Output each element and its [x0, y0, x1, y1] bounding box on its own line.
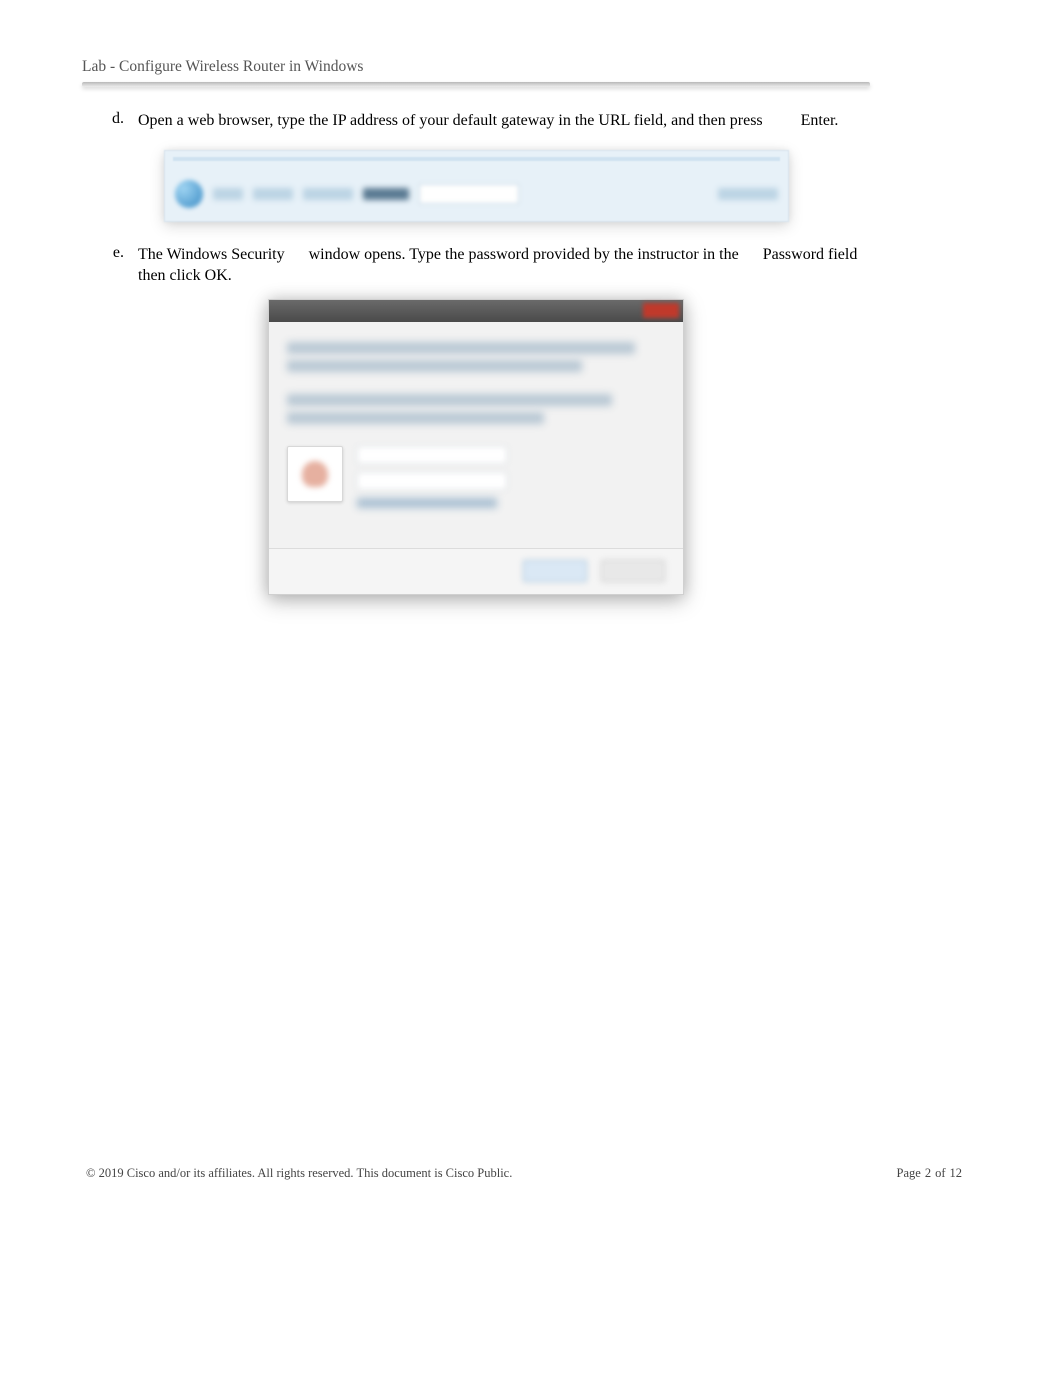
windows-security-dialog-screenshot — [268, 299, 684, 595]
search-area — [718, 188, 778, 200]
step-d-period: . — [834, 112, 838, 129]
dialog-titlebar — [269, 300, 683, 322]
url-input-field — [419, 184, 519, 204]
step-e-period: . — [228, 267, 232, 284]
step-e-t1: The — [138, 246, 163, 263]
dialog-button-bar — [269, 548, 683, 594]
step-d-text: Open a web browser, type the IP address … — [138, 110, 870, 132]
main-content: d. Open a web browser, type the IP addre… — [82, 110, 870, 595]
step-d: d. Open a web browser, type the IP addre… — [82, 110, 870, 132]
browser-globe-icon — [175, 180, 203, 208]
password-field — [357, 472, 507, 490]
step-e-t2: window opens. Type the password provided… — [309, 246, 739, 263]
close-icon — [643, 303, 679, 318]
nav-home-icon — [303, 188, 353, 200]
url-label — [363, 188, 409, 200]
step-letter-e: e. — [82, 244, 138, 287]
document-title: Lab - Configure Wireless Router in Windo… — [82, 58, 870, 82]
page-total: 12 — [950, 1166, 963, 1181]
step-e-b1: Windows Security — [167, 246, 285, 263]
remember-credentials-text — [357, 498, 497, 508]
credential-fields — [357, 446, 665, 508]
step-d-key: Enter — [801, 112, 835, 129]
nav-back-icon — [213, 188, 243, 200]
nav-forward-icon — [253, 188, 293, 200]
page-footer: © 2019 Cisco and/or its affiliates. All … — [86, 1166, 962, 1181]
browser-address-bar-screenshot — [164, 150, 789, 222]
step-d-body: Open a web browser, type the IP address … — [138, 112, 763, 129]
header-divider — [82, 82, 870, 87]
page-current: 2 — [925, 1166, 931, 1181]
dialog-text-line — [287, 360, 582, 372]
step-e-b2: Password — [763, 246, 824, 263]
dialog-text-line — [287, 412, 544, 424]
step-e-text: The Windows Security window opens. Type t… — [138, 244, 870, 287]
username-field — [357, 446, 507, 464]
page-number: Page 2 of 12 — [897, 1166, 962, 1181]
page-label: Page — [897, 1166, 921, 1181]
step-e: e. The Windows Security window opens. Typ… — [82, 244, 870, 287]
browser-toolbar — [175, 179, 778, 209]
copyright-text: © 2019 Cisco and/or its affiliates. All … — [86, 1166, 512, 1181]
credentials-area — [287, 446, 665, 508]
cancel-button — [601, 560, 665, 582]
page-of: of — [935, 1166, 945, 1181]
avatar-inner — [302, 461, 328, 487]
ok-button — [523, 560, 587, 582]
step-letter-d: d. — [82, 110, 138, 132]
step-e-b3: OK — [205, 267, 228, 284]
dialog-body — [269, 322, 683, 522]
page-header: Lab - Configure Wireless Router in Windo… — [82, 58, 870, 87]
user-avatar-icon — [287, 446, 343, 502]
dialog-text-line — [287, 342, 635, 354]
dialog-text-line — [287, 394, 612, 406]
